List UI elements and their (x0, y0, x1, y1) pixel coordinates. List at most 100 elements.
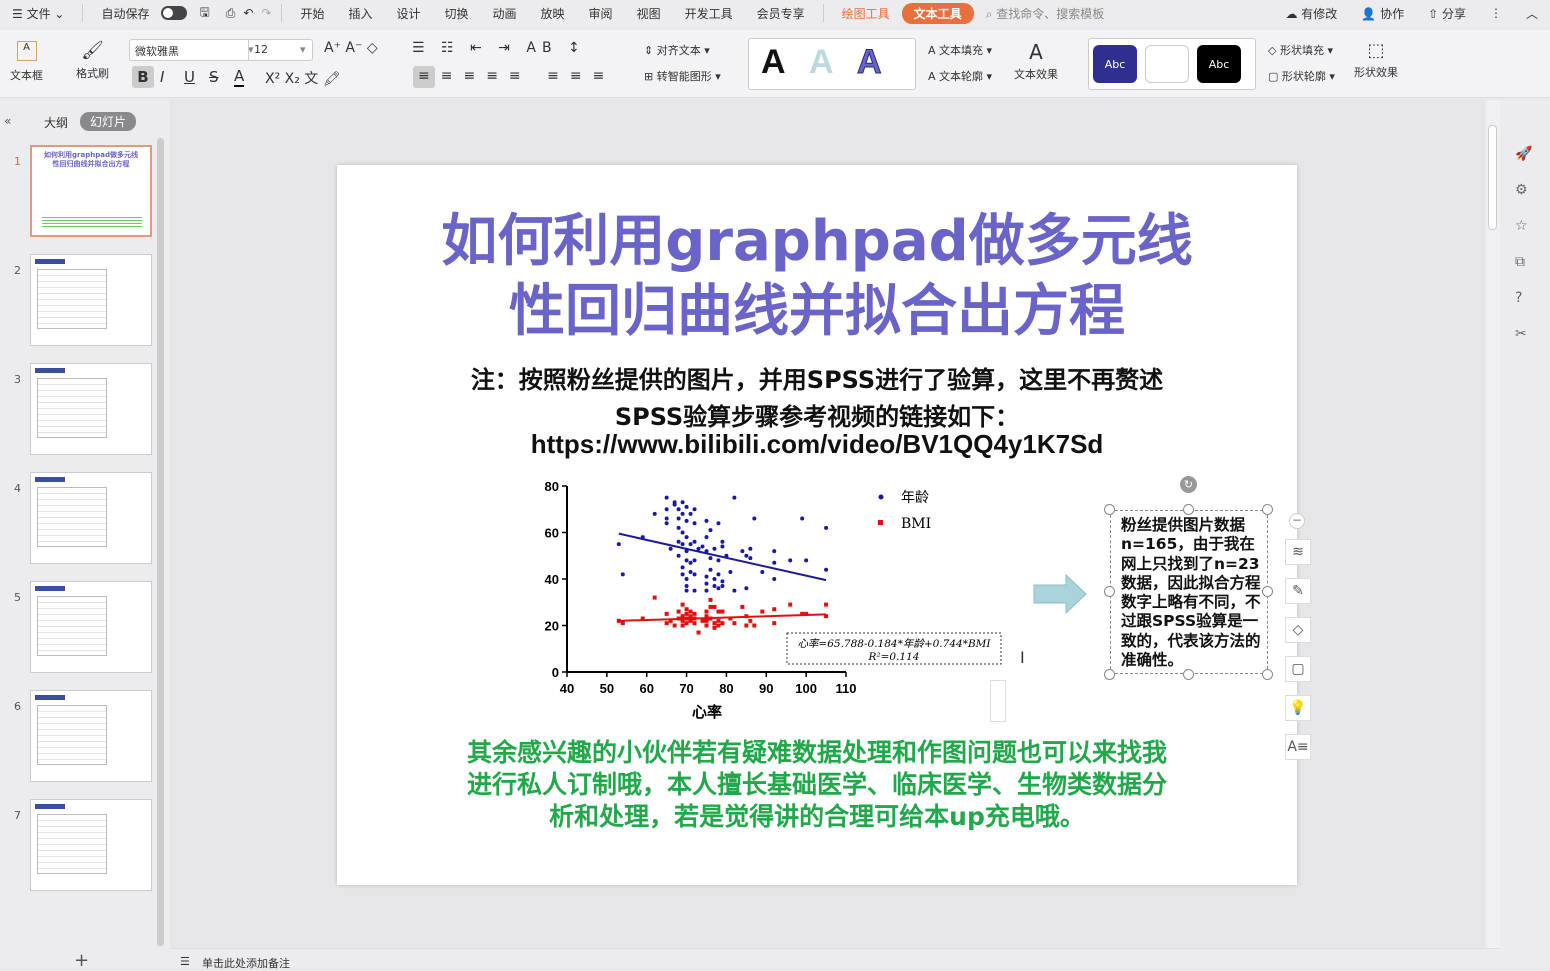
underline-button[interactable]: U (184, 68, 195, 86)
text-fill-button[interactable]: A 文本填充 ▾ (928, 42, 992, 58)
resize-handle[interactable] (1262, 669, 1273, 680)
tab-design[interactable]: 设计 (384, 5, 432, 22)
slide-thumbnail[interactable] (30, 254, 152, 346)
slide-thumbnail[interactable] (30, 581, 152, 673)
tab-slides[interactable]: 幻灯片 (80, 112, 137, 131)
tab-outline[interactable]: 大纲 (44, 114, 68, 131)
fill-icon[interactable]: ◇ (1285, 617, 1311, 643)
print-icon[interactable]: ⎙ (222, 6, 240, 21)
italic-button[interactable]: I (160, 68, 164, 86)
text-style-outline[interactable]: A (857, 43, 883, 82)
data-point-age (676, 507, 681, 512)
text-effect-button[interactable]: A 文本效果 (1014, 40, 1058, 82)
shape-style-blue[interactable]: Abc (1093, 45, 1137, 83)
right-tools[interactable]: 🚀 ⚙ ☆ ⧉? ✂ (1515, 136, 1532, 352)
slide-thumbnail[interactable]: 如何利用graphpad做多元线性回归曲线并拟合出方程 (30, 145, 152, 237)
font-size-buttons[interactable]: A⁺ A⁻ ◇ (324, 40, 378, 56)
align-buttons[interactable]: ≡≡≡≡≡ ≡≡≡ (418, 68, 615, 84)
layers-icon[interactable]: ≋ (1285, 539, 1311, 565)
slide-title-line2[interactable]: 性回归曲线并拟合出方程 (337, 277, 1297, 347)
text-style-black[interactable]: A (761, 43, 786, 82)
super-subscript-buttons[interactable]: X² X₂ 文 🖍 (265, 68, 341, 88)
tab-view[interactable]: 视图 (625, 5, 673, 22)
collab-button[interactable]: 👤 协作 (1349, 5, 1416, 22)
bulb-icon[interactable]: 💡 (1285, 695, 1311, 721)
smart-shape-button[interactable]: ⊞ 转智能图形 ▾ (644, 68, 721, 84)
text-style-gallery[interactable]: A A A (748, 38, 916, 90)
search-placeholder: 查找命令、搜索模板 (996, 6, 1105, 21)
outline-icon[interactable]: ▢ (1285, 656, 1311, 682)
tab-member[interactable]: 会员专享 (745, 5, 817, 22)
list-buttons[interactable]: ☰ ☷ ⇤ ⇥ AB ↕ (412, 40, 586, 56)
resize-handle[interactable] (1262, 586, 1273, 597)
tab-transition[interactable]: 切换 (433, 5, 481, 22)
shape-outline-button[interactable]: ▢ 形状轮廓 ▾ (1268, 68, 1335, 84)
more-icon[interactable]: ⋮ (1478, 6, 1514, 20)
callout-text[interactable]: 粉丝提供图片数据n=165，由于我在网上只找到了n=23数据，因此拟合方程数字上… (1121, 516, 1266, 670)
bold-button[interactable]: B (132, 66, 154, 88)
slide-thumbnail[interactable] (30, 690, 152, 782)
note-line2[interactable]: SPSS验算步骤参考视频的链接如下： (337, 397, 1297, 432)
strikethrough-button[interactable]: S (209, 68, 219, 86)
scatter-chart[interactable]: 40 50 60 70 80 90 100 110 0 20 40 60 80 心率 年龄 BMI 心率=65.… (537, 475, 1037, 725)
resize-handle[interactable] (1183, 504, 1194, 515)
tab-slideshow[interactable]: 放映 (529, 5, 577, 22)
save-icon[interactable]: 🖫 (187, 3, 221, 24)
data-point-bmi (720, 609, 725, 614)
resize-handle[interactable] (1262, 504, 1273, 515)
notes-bar[interactable]: ☰ 单击此处添加备注 (170, 948, 1500, 971)
share-button[interactable]: ⇧ 分享 (1416, 5, 1478, 22)
align-text-button[interactable]: ⇕ 对齐文本 ▾ (644, 42, 710, 58)
resize-handle[interactable] (1104, 669, 1115, 680)
data-point-age (800, 516, 805, 521)
tab-drawing-tools[interactable]: 绘图工具 (830, 5, 902, 22)
autosave-toggle[interactable] (161, 6, 188, 20)
text-style-light[interactable]: A (809, 43, 834, 82)
pen-icon[interactable]: ✎ (1285, 578, 1311, 604)
promo-line1[interactable]: 其余感兴趣的小伙伴若有疑难数据处理和作图问题也可以来找我 (417, 737, 1217, 769)
resize-handle[interactable] (1183, 669, 1194, 680)
note-line1[interactable]: 注：按照粉丝提供的图片，并用SPSS进行了验算，这里不再赘述 (337, 360, 1297, 395)
font-selector[interactable]: 微软雅黑 ▾ 12 ▾ (129, 39, 313, 61)
slide-title-line1[interactable]: 如何利用graphpad做多元线 (337, 207, 1297, 277)
text-outline-button[interactable]: A 文本轮廓 ▾ (928, 68, 992, 84)
tab-animation[interactable]: 动画 (481, 5, 529, 22)
text-format-icon[interactable]: A≡ (1285, 734, 1311, 760)
shape-style-gallery[interactable]: Abc Abc (1088, 38, 1256, 90)
slide-thumbnail[interactable] (30, 472, 152, 564)
modified-button[interactable]: ☁ 有修改 (1273, 5, 1349, 22)
panel-scrollbar[interactable] (157, 138, 164, 946)
undo-icon[interactable]: ↶ (239, 6, 257, 20)
font-size[interactable]: 12 (254, 43, 268, 56)
callout-textbox[interactable]: 粉丝提供图片数据n=165，由于我在网上只找到了n=23数据，因此拟合方程数字上… (1110, 510, 1268, 674)
file-menu[interactable]: ☰ 文件 ⌄ (0, 5, 76, 22)
shape-style-white[interactable] (1145, 45, 1189, 83)
slide-thumbnail[interactable] (30, 363, 152, 455)
collapse-ribbon-icon[interactable]: ︿ (1514, 5, 1550, 22)
slide-thumbnail[interactable] (30, 799, 152, 891)
tab-insert[interactable]: 插入 (336, 5, 384, 22)
editor-scrollbar[interactable] (1486, 100, 1500, 948)
command-search[interactable]: ⌕ 查找命令、搜索模板 (974, 5, 1117, 22)
shape-fill-button[interactable]: ◇ 形状填充 ▾ (1268, 42, 1333, 58)
notes-placeholder[interactable]: 单击此处添加备注 (202, 955, 290, 971)
tab-developer[interactable]: 开发工具 (673, 5, 745, 22)
format-painter-button[interactable]: 🖌 格式刷 (76, 40, 109, 81)
shape-style-black[interactable]: Abc (1197, 45, 1241, 83)
note-link[interactable]: https://www.bilibili.com/video/BV1QQ4y1K… (337, 429, 1297, 460)
promo-line2[interactable]: 进行私人订制哦，本人擅长基础医学、临床医学、生物类数据分 (417, 769, 1217, 801)
redo-icon[interactable]: ↷ (257, 6, 275, 20)
shape-effect-button[interactable]: ⬚ 形状效果 (1354, 40, 1398, 80)
collapse-float-icon[interactable]: − (1289, 513, 1305, 529)
tab-review[interactable]: 审阅 (577, 5, 625, 22)
promo-line3[interactable]: 析和处理，若是觉得讲的合理可给本up充电哦。 (417, 801, 1217, 833)
arrow-right-shape[interactable] (1032, 573, 1092, 617)
tab-text-tools[interactable]: 文本工具 (901, 2, 974, 24)
tab-home[interactable]: 开始 (288, 5, 336, 22)
font-color-button[interactable]: A (234, 67, 245, 87)
resize-handle[interactable] (1104, 504, 1115, 515)
resize-handle[interactable] (1104, 586, 1115, 597)
textbox-button[interactable]: A 文本框 (10, 40, 43, 83)
rotate-handle-icon[interactable]: ↻ (1180, 476, 1197, 493)
collapse-panel-icon[interactable]: « (4, 114, 11, 128)
